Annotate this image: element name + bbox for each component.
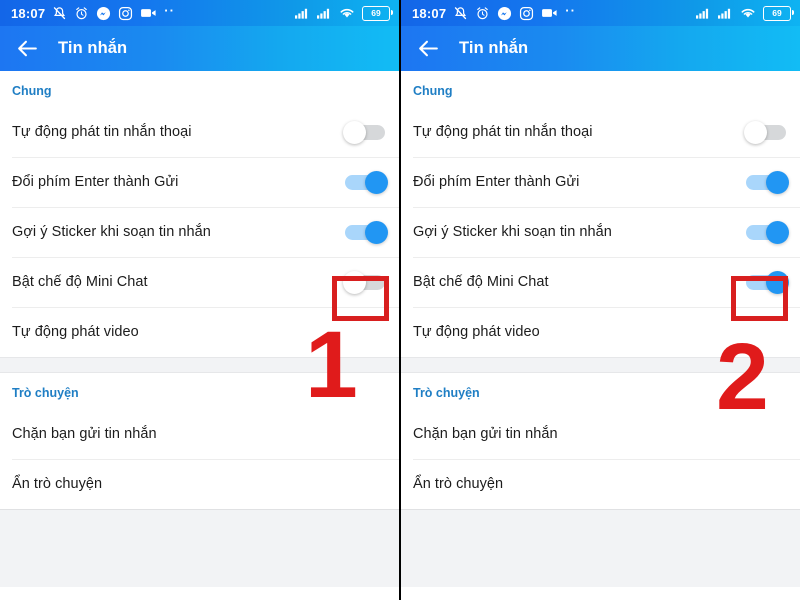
status-bar-right-group: 69 — [696, 5, 795, 21]
section-header-chat: Trò chuyện — [12, 386, 79, 400]
row-block-messages[interactable]: Chặn bạn gửi tin nhắn — [0, 409, 399, 459]
status-bar-clock: 18:07 — [412, 5, 447, 21]
instagram-icon — [519, 6, 534, 21]
battery-level-label: 69 — [371, 7, 381, 18]
silent-mode-icon — [52, 6, 67, 21]
section-header-general: Chung — [413, 84, 453, 98]
status-bar: 18:07 ·· 69 — [401, 0, 800, 26]
app-bar: Tin nhắn — [401, 26, 800, 71]
back-arrow-icon[interactable] — [415, 36, 441, 62]
row-label: Tự động phát video — [12, 324, 139, 340]
row-enter-to-send[interactable]: Đổi phím Enter thành Gửi — [0, 157, 399, 207]
status-bar-left-group: 18:07 ·· — [412, 2, 696, 21]
status-bar: 18:07 ·· 69 — [0, 0, 399, 26]
toggle-knob — [766, 170, 789, 194]
page-title: Tin nhắn — [459, 39, 529, 57]
row-label: Ẩn trò chuyện — [12, 476, 103, 492]
status-bar-right-group: 69 — [295, 5, 394, 21]
alarm-clock-icon — [74, 6, 89, 21]
back-arrow-icon[interactable] — [14, 36, 40, 62]
video-camera-icon — [140, 6, 157, 20]
toggle-auto-play-voice[interactable] — [343, 120, 385, 144]
toggle-enter-to-send[interactable] — [746, 170, 789, 194]
page-title: Tin nhắn — [58, 39, 128, 57]
row-mini-chat[interactable]: Bật chế độ Mini Chat — [0, 257, 399, 307]
signal-bars-sim2-icon — [317, 7, 332, 19]
row-auto-play-voice[interactable]: Tự động phát tin nhắn thoại — [401, 107, 800, 157]
row-label: Ẩn trò chuyện — [413, 476, 504, 492]
status-bar-clock: 18:07 — [11, 5, 46, 21]
wifi-icon — [339, 7, 355, 19]
signal-bars-sim1-icon — [696, 7, 711, 19]
row-auto-play-video[interactable]: Tự động phát video — [0, 307, 399, 357]
status-overflow-dots: ·· — [565, 2, 576, 18]
section-divider-band — [401, 357, 800, 373]
row-auto-play-voice[interactable]: Tự động phát tin nhắn thoại — [0, 107, 399, 157]
row-mini-chat[interactable]: Bật chế độ Mini Chat — [401, 257, 800, 307]
row-label: Chặn bạn gửi tin nhắn — [12, 426, 157, 442]
messenger-icon — [497, 6, 512, 21]
signal-bars-sim2-icon — [718, 7, 733, 19]
status-overflow-dots: ·· — [164, 2, 175, 18]
toggle-knob — [365, 170, 388, 194]
silent-mode-icon — [453, 6, 468, 21]
messenger-icon — [96, 6, 111, 21]
battery-level-label: 69 — [772, 7, 782, 18]
row-label: Gợi ý Sticker khi soạn tin nhắn — [12, 224, 211, 240]
settings-list: Chung Tự động phát tin nhắn thoại Đổi ph… — [401, 71, 800, 600]
bottom-filler-band — [401, 509, 800, 587]
toggle-sticker-suggestion[interactable] — [746, 220, 789, 244]
row-enter-to-send[interactable]: Đổi phím Enter thành Gửi — [401, 157, 800, 207]
row-label: Đổi phím Enter thành Gửi — [413, 174, 580, 190]
row-label: Tự động phát tin nhắn thoại — [12, 124, 192, 140]
row-label: Đổi phím Enter thành Gửi — [12, 174, 179, 190]
row-block-messages[interactable]: Chặn bạn gửi tin nhắn — [401, 409, 800, 459]
toggle-knob — [766, 220, 789, 244]
toggle-knob — [744, 120, 767, 144]
bottom-filler-band — [0, 509, 399, 587]
video-camera-icon — [541, 6, 558, 20]
row-label: Tự động phát video — [413, 324, 540, 340]
row-label: Tự động phát tin nhắn thoại — [413, 124, 593, 140]
phone-panel-step-1: 18:07 ·· 69 Tin nhắn Chung Tự động phát … — [0, 0, 401, 600]
status-bar-left-group: 18:07 ·· — [11, 2, 295, 21]
section-header-chat: Trò chuyện — [413, 386, 480, 400]
settings-list: Chung Tự động phát tin nhắn thoại Đổi ph… — [0, 71, 399, 600]
app-bar: Tin nhắn — [0, 26, 399, 71]
row-label: Bật chế độ Mini Chat — [12, 274, 148, 290]
signal-bars-sim1-icon — [295, 7, 310, 19]
toggle-knob — [766, 270, 789, 294]
comparison-screenshot: 18:07 ·· 69 Tin nhắn Chung Tự động phát … — [0, 0, 800, 600]
toggle-enter-to-send[interactable] — [345, 170, 388, 194]
row-label: Chặn bạn gửi tin nhắn — [413, 426, 558, 442]
battery-icon: 69 — [763, 5, 795, 21]
section-divider-band — [0, 357, 399, 373]
section-header-general: Chung — [12, 84, 52, 98]
row-label: Gợi ý Sticker khi soạn tin nhắn — [413, 224, 612, 240]
toggle-knob — [343, 120, 366, 144]
row-sticker-suggestion[interactable]: Gợi ý Sticker khi soạn tin nhắn — [401, 207, 800, 257]
row-label: Bật chế độ Mini Chat — [413, 274, 549, 290]
alarm-clock-icon — [475, 6, 490, 21]
wifi-icon — [740, 7, 756, 19]
toggle-sticker-suggestion[interactable] — [345, 220, 388, 244]
battery-icon: 69 — [362, 5, 394, 21]
toggle-knob — [343, 270, 366, 294]
phone-panel-step-2: 18:07 ·· 69 Tin nhắn Chung Tự động phát … — [401, 0, 800, 600]
row-auto-play-video[interactable]: Tự động phát video — [401, 307, 800, 357]
toggle-mini-chat[interactable] — [746, 270, 789, 294]
row-hide-chat[interactable]: Ẩn trò chuyện — [401, 459, 800, 509]
toggle-knob — [365, 220, 388, 244]
row-hide-chat[interactable]: Ẩn trò chuyện — [0, 459, 399, 509]
toggle-mini-chat[interactable] — [343, 270, 385, 294]
instagram-icon — [118, 6, 133, 21]
toggle-auto-play-voice[interactable] — [744, 120, 786, 144]
row-sticker-suggestion[interactable]: Gợi ý Sticker khi soạn tin nhắn — [0, 207, 399, 257]
